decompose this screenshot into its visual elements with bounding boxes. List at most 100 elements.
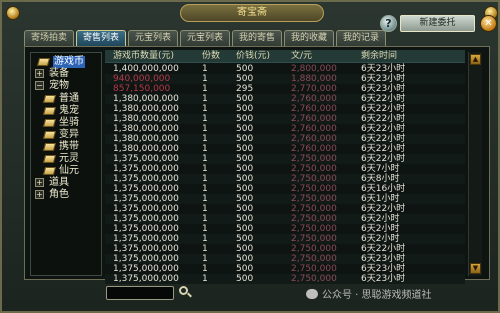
search-input[interactable]	[106, 286, 174, 300]
table-row[interactable]: 1,375,000,000 1 500 2,750,000 6天22小时	[105, 154, 465, 164]
table-row[interactable]: 1,375,000,000 1 500 2,750,000 6天8小时	[105, 174, 465, 184]
tree-item-label: 携带	[59, 141, 79, 152]
cell-ratio: 2,750,000	[291, 184, 337, 194]
table-row[interactable]: 1,375,000,000 1 500 2,750,000 6天7小时	[105, 164, 465, 174]
cell-price: 500	[236, 184, 254, 194]
tree-item[interactable]: 仙元	[31, 165, 101, 177]
tab-sale-list[interactable]: 寄售列表	[76, 30, 126, 47]
tree-item-label: 鬼宠	[59, 105, 79, 116]
cell-amount: 1,375,000,000	[113, 224, 179, 234]
cell-time: 6天22小时	[361, 144, 406, 154]
tree-item-label: 道具	[49, 177, 69, 188]
tree-item[interactable]: 变异	[31, 129, 101, 141]
table-row[interactable]: 1,380,000,000 1 500 2,760,000 6天22小时	[105, 104, 465, 114]
cell-amount: 1,380,000,000	[113, 94, 179, 104]
tree-item-label: 普通	[59, 93, 79, 104]
cell-amount: 1,400,000,000	[113, 64, 179, 74]
table-row[interactable]: 1,375,000,000 1 500 2,750,000 6天22小时	[105, 244, 465, 254]
wechat-icon	[306, 289, 318, 299]
col-shares[interactable]: 份数	[202, 50, 220, 63]
collapse-icon[interactable]: −	[35, 81, 44, 90]
expand-icon[interactable]: +	[35, 178, 44, 187]
cell-amount: 940,000,000	[113, 74, 171, 84]
scrollbar[interactable]: ▲ ▼	[468, 52, 482, 276]
corner-orb-icon	[6, 6, 20, 20]
cell-amount: 1,375,000,000	[113, 244, 179, 254]
table-row[interactable]: 1,375,000,000 1 500 2,750,000 6天2小时	[105, 224, 465, 234]
cell-price: 500	[236, 244, 254, 254]
tree-item[interactable]: − 宠物	[31, 80, 101, 92]
table-row[interactable]: 1,380,000,000 1 500 2,760,000 6天22小时	[105, 144, 465, 154]
cell-shares: 1	[202, 254, 208, 264]
tree-item-label: 装备	[49, 68, 69, 79]
table-row[interactable]: 1,375,000,000 1 500 2,750,000 6天2小时	[105, 214, 465, 224]
new-request-button[interactable]: 新建委托	[400, 15, 475, 32]
table-row[interactable]: 1,380,000,000 1 500 2,760,000 6天22小时	[105, 134, 465, 144]
table-row[interactable]: 1,375,000,000 1 500 2,750,000 6天23小时	[105, 274, 465, 284]
tree-item[interactable]: 普通	[31, 93, 101, 105]
tree-item[interactable]: + 道具	[31, 177, 101, 189]
cell-time: 6天1小时	[361, 194, 400, 204]
category-icon	[42, 155, 57, 163]
cell-amount: 1,380,000,000	[113, 124, 179, 134]
table-row[interactable]: 940,000,000 1 500 1,880,000 6天23小时	[105, 74, 465, 84]
cell-price: 500	[236, 94, 254, 104]
cell-ratio: 2,750,000	[291, 224, 337, 234]
cell-amount: 1,375,000,000	[113, 234, 179, 244]
table-row[interactable]: 857,150,000 1 295 2,770,000 6天23小时	[105, 84, 465, 94]
close-button[interactable]: ✕	[480, 15, 497, 32]
cell-price: 500	[236, 194, 254, 204]
cell-amount: 1,375,000,000	[113, 184, 179, 194]
tree-item[interactable]: 游戏币	[31, 56, 101, 68]
cell-price: 500	[236, 64, 254, 74]
tab-my-favorites[interactable]: 我的收藏	[284, 30, 334, 47]
table-header: 游戏币数量(元) 份数 价钱(元) 文/元 剩余时间	[105, 50, 465, 63]
cell-amount: 1,380,000,000	[113, 104, 179, 114]
tab-yuanbao-list-2[interactable]: 元宝列表	[180, 30, 230, 47]
table-row[interactable]: 1,380,000,000 1 500 2,760,000 6天22小时	[105, 114, 465, 124]
cell-ratio: 2,750,000	[291, 244, 337, 254]
search-icon[interactable]	[178, 285, 192, 299]
auction-window: 寄宝斋 ? 新建委托 ✕ 寄场拍卖 寄售列表 元宝列表 元宝列表 我的寄售 我的…	[0, 0, 500, 313]
cell-time: 6天2小时	[361, 234, 400, 244]
table-row[interactable]: 1,375,000,000 1 500 2,750,000 6天22小时	[105, 204, 465, 214]
table-row[interactable]: 1,375,000,000 1 500 2,750,000 6天23小时	[105, 264, 465, 274]
col-time[interactable]: 剩余时间	[361, 50, 397, 63]
tree-item[interactable]: 鬼宠	[31, 105, 101, 117]
cell-shares: 1	[202, 204, 208, 214]
table-row[interactable]: 1,380,000,000 1 500 2,760,000 6天22小时	[105, 94, 465, 104]
cell-shares: 1	[202, 114, 208, 124]
category-icon	[42, 119, 57, 127]
cell-amount: 1,375,000,000	[113, 274, 179, 284]
cell-price: 500	[236, 274, 254, 284]
col-amount[interactable]: 游戏币数量(元)	[113, 50, 174, 63]
cell-price: 500	[236, 164, 254, 174]
table-row[interactable]: 1,375,000,000 1 500 2,750,000 6天23小时	[105, 254, 465, 264]
tree-item[interactable]: 元灵	[31, 153, 101, 165]
tree-item[interactable]: + 装备	[31, 68, 101, 80]
table-row[interactable]: 1,380,000,000 1 500 2,760,000 6天22小时	[105, 124, 465, 134]
tab-my-sales[interactable]: 我的寄售	[232, 30, 282, 47]
cell-time: 6天2小时	[361, 214, 400, 224]
scroll-up-icon[interactable]: ▲	[470, 54, 481, 65]
cell-time: 6天22小时	[361, 114, 406, 124]
table-row[interactable]: 1,375,000,000 1 500 2,750,000 6天2小时	[105, 234, 465, 244]
table-row[interactable]: 1,375,000,000 1 500 2,750,000 6天1小时	[105, 194, 465, 204]
cell-price: 500	[236, 234, 254, 244]
tab-my-records[interactable]: 我的记录	[336, 30, 386, 47]
tree-item-label: 元灵	[59, 153, 79, 164]
tab-yuanbao-list[interactable]: 元宝列表	[128, 30, 178, 47]
tab-auction[interactable]: 寄场拍卖	[24, 30, 74, 47]
col-ratio[interactable]: 文/元	[291, 50, 312, 63]
cell-shares: 1	[202, 274, 208, 284]
scroll-down-icon[interactable]: ▼	[470, 263, 481, 274]
tree-item[interactable]: + 角色	[31, 189, 101, 201]
cell-price: 500	[236, 204, 254, 214]
tree-item[interactable]: 坐骑	[31, 117, 101, 129]
table-row[interactable]: 1,400,000,000 1 500 2,800,000 6天23小时	[105, 64, 465, 74]
table-row[interactable]: 1,375,000,000 1 500 2,750,000 6天16小时	[105, 184, 465, 194]
expand-icon[interactable]: +	[35, 190, 44, 199]
tree-item[interactable]: 携带	[31, 141, 101, 153]
col-price[interactable]: 价钱(元)	[236, 50, 270, 63]
expand-icon[interactable]: +	[35, 69, 44, 78]
